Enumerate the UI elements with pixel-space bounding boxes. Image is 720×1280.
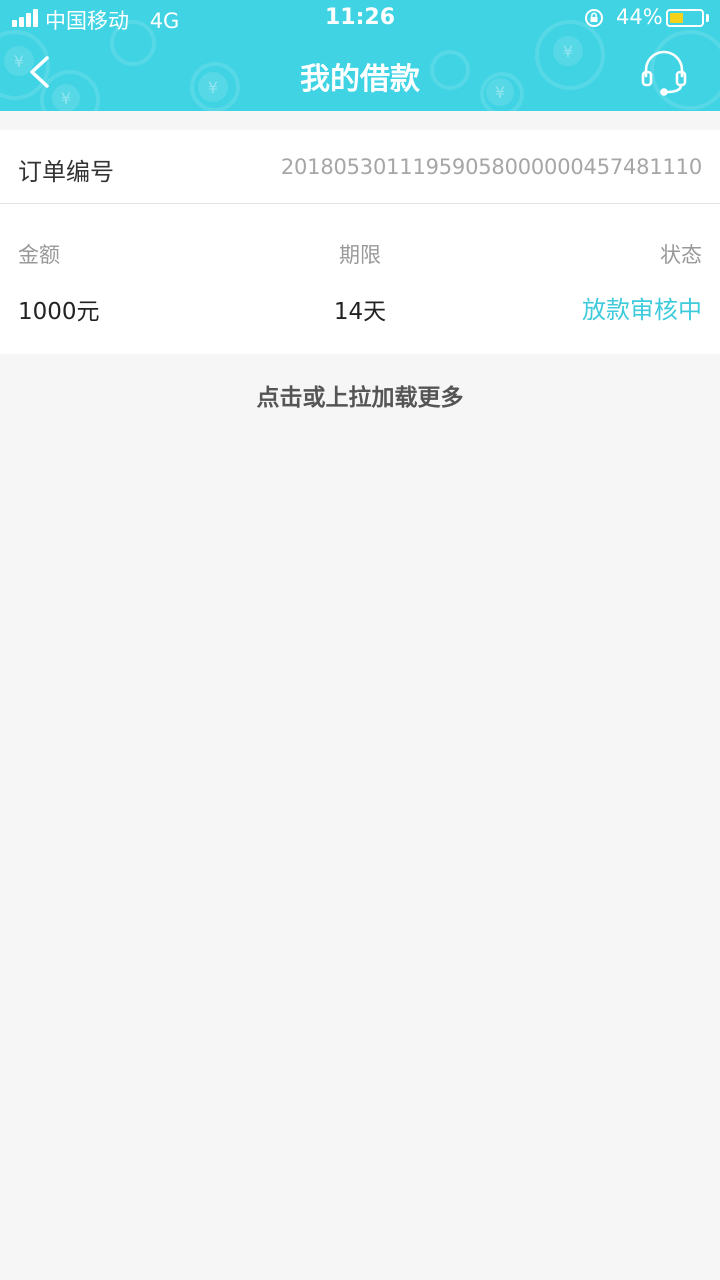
- order-number-value: 20180530111959058000000457481110: [280, 155, 702, 179]
- customer-service-button[interactable]: [638, 48, 690, 98]
- order-number-row: 订单编号 20180530111959058000000457481110: [0, 130, 720, 204]
- battery-level-fill: [670, 13, 683, 23]
- load-more-button[interactable]: 点击或上拉加载更多: [0, 378, 720, 412]
- battery-tip: [706, 14, 709, 22]
- page-title: 我的借款: [300, 62, 420, 97]
- status-time: 11:26: [324, 5, 396, 30]
- app-header: ¥ ¥ ¥ ¥ ¥ 中国移动 4G 11:26 44% 我的借款: [0, 0, 720, 111]
- term-header: 期限: [339, 243, 381, 267]
- rotation-lock-icon: [585, 9, 603, 27]
- order-number-label: 订单编号: [18, 158, 114, 186]
- status-bar: 中国移动 4G 11:26 44%: [0, 0, 720, 38]
- headset-icon: [641, 50, 687, 96]
- battery-percent: 44%: [616, 5, 663, 29]
- loan-record-card[interactable]: 金额 期限 状态 1000元 14天 放款审核中: [0, 204, 720, 354]
- battery-icon: [666, 9, 704, 27]
- loan-status-badge: 放款审核中: [582, 296, 702, 324]
- status-header: 状态: [660, 243, 702, 267]
